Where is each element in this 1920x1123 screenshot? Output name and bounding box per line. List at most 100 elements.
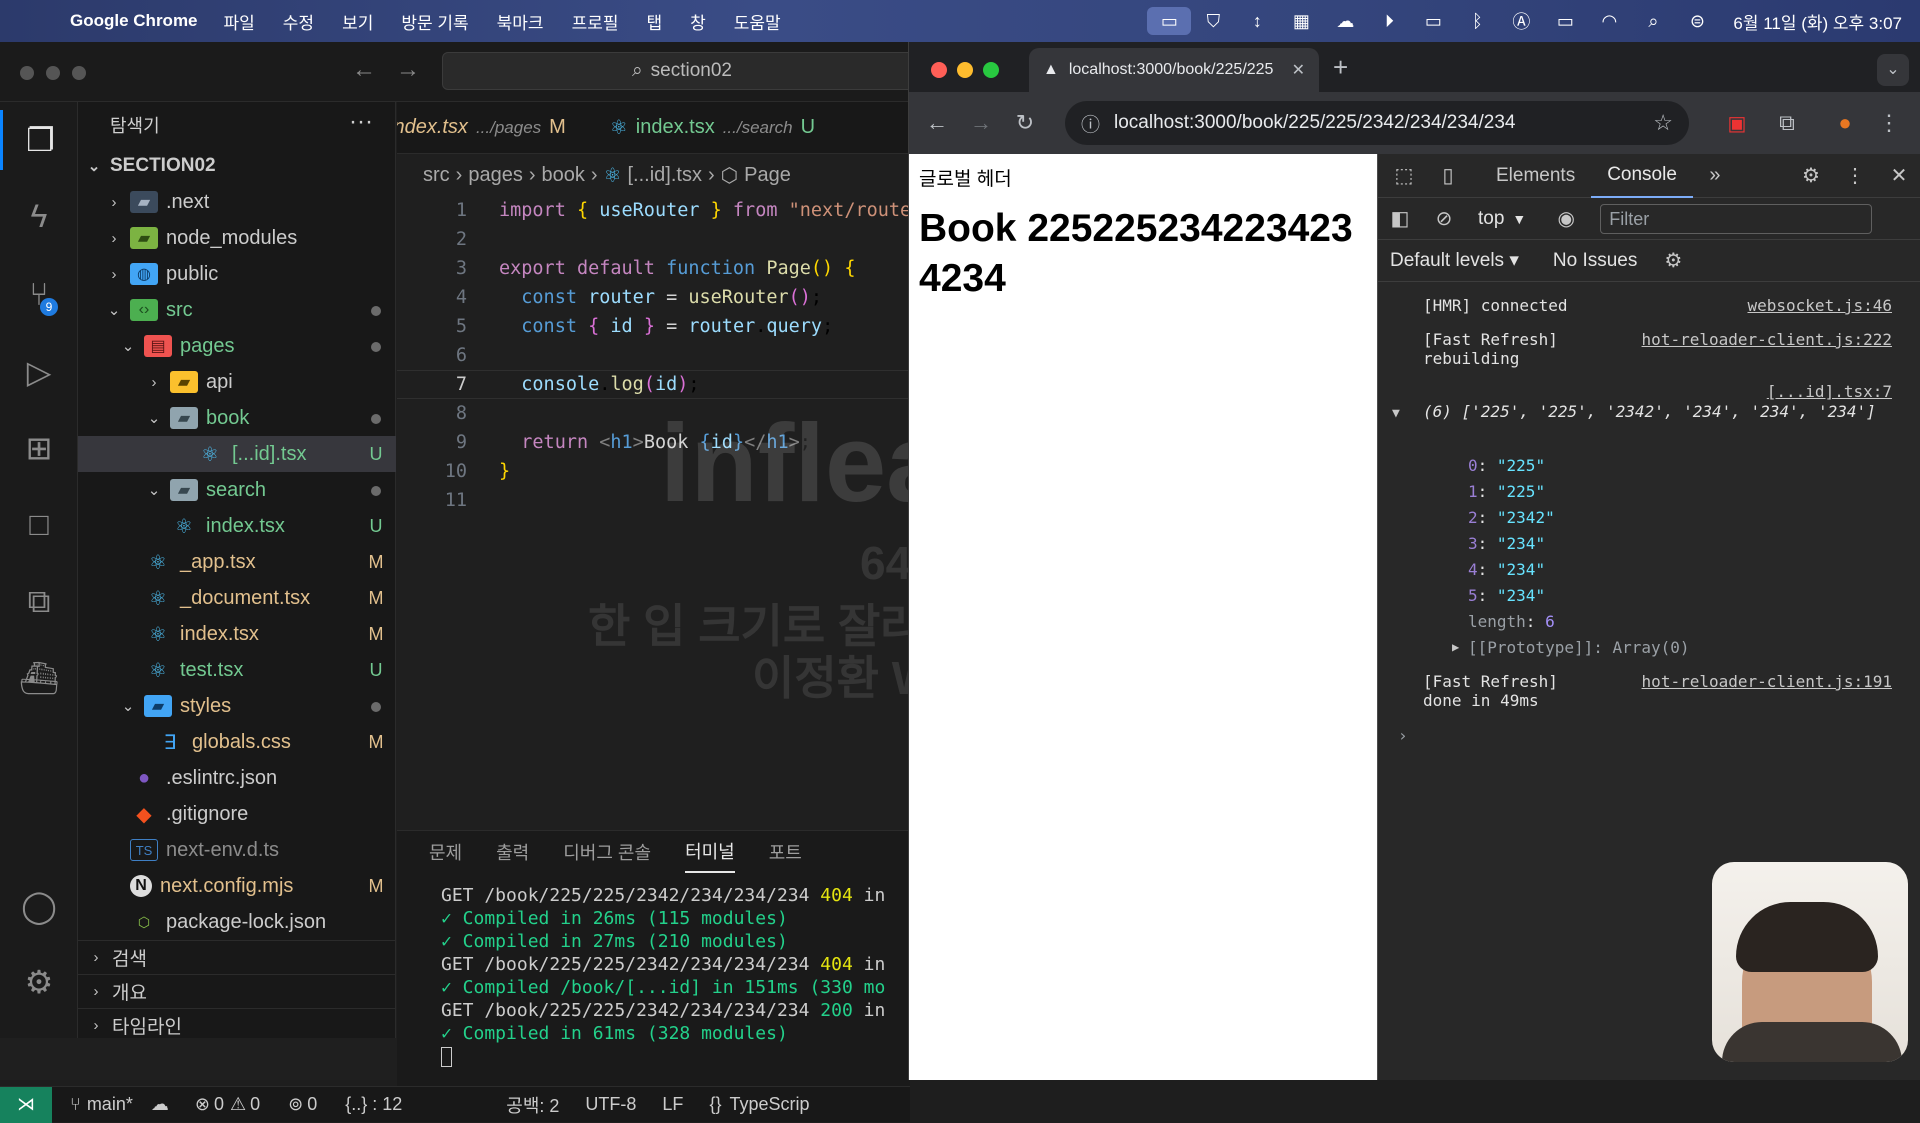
tab-search-index[interactable]: ⚛ index.tsx .../search U	[588, 102, 837, 154]
tree-item-id-tsx[interactable]: ⚛ [...id].tsx U	[78, 436, 396, 472]
tab-search-button[interactable]: ⌄	[1877, 54, 1909, 86]
ports-count[interactable]: 0	[307, 1094, 317, 1115]
control-center-icon[interactable]: ⊜	[1675, 11, 1719, 32]
spotlight-icon[interactable]: ⌕	[1631, 11, 1675, 32]
outline-search-section[interactable]: › 검색	[78, 940, 396, 974]
browser-tab[interactable]: ▲ localhost:3000/book/225/225 ✕	[1029, 48, 1319, 92]
docker-icon[interactable]: ⛴	[0, 648, 78, 708]
input-source-icon[interactable]: Ⓐ	[1499, 8, 1543, 34]
issues-counter[interactable]: No Issues	[1553, 250, 1637, 272]
display-icon[interactable]: ▭	[1411, 11, 1455, 32]
git-branch[interactable]: main*	[87, 1094, 133, 1115]
inspect-icon[interactable]: ⬚	[1382, 163, 1426, 188]
language-mode[interactable]: TypeScrip	[729, 1094, 809, 1115]
settings-gear-icon[interactable]: ⚙	[0, 952, 78, 1012]
tree-item-test[interactable]: ⚛ test.tsx U	[78, 652, 396, 688]
tree-item-document[interactable]: ⚛ _document.tsx M	[78, 580, 396, 616]
breadcrumb-item[interactable]: Page	[744, 164, 791, 187]
remote-explorer-icon[interactable]: □	[0, 494, 78, 554]
back-arrow-icon[interactable]: ←	[352, 56, 376, 84]
source-link[interactable]: hot-reloader-client.js:222	[1642, 330, 1892, 349]
tree-item-gitignore[interactable]: ◆ .gitignore	[78, 796, 396, 832]
account-icon[interactable]: ◯	[0, 876, 78, 936]
shield-icon[interactable]: ⛉	[1191, 11, 1235, 32]
remote-icon[interactable]: ⋊	[0, 1086, 52, 1123]
window-zoom-button[interactable]	[72, 66, 86, 80]
extensions-icon[interactable]: ⊞	[0, 418, 78, 478]
sidebar-toggle-icon[interactable]: ◧	[1378, 206, 1422, 231]
arrows-icon[interactable]: ↕	[1235, 11, 1279, 32]
window-minimize-button[interactable]	[957, 62, 973, 78]
menu-tab[interactable]: 탭	[647, 9, 663, 34]
encoding[interactable]: UTF-8	[585, 1094, 636, 1115]
battery-icon[interactable]: ▭	[1543, 11, 1587, 32]
menu-icon[interactable]: ⋮	[1833, 163, 1877, 188]
tree-item-book[interactable]: ⌄ ▰ book	[78, 400, 396, 436]
console-filter-input[interactable]: Filter	[1600, 203, 1873, 234]
sync-icon[interactable]: ☁	[151, 1094, 169, 1115]
bookmark-star-icon[interactable]: ☆	[1653, 110, 1673, 136]
source-link[interactable]: websocket.js:46	[1748, 296, 1893, 315]
forward-arrow-icon[interactable]: →	[396, 56, 420, 84]
line-ending[interactable]: LF	[662, 1094, 683, 1115]
tree-item-search-index[interactable]: ⚛ index.tsx U	[78, 508, 396, 544]
tab-output[interactable]: 출력	[496, 831, 529, 873]
menu-profile[interactable]: 프로필	[572, 9, 619, 34]
tab-console[interactable]: Console	[1591, 154, 1693, 198]
log-levels-dropdown[interactable]: Default levels ▾	[1390, 249, 1519, 272]
forward-arrow-icon[interactable]: →	[959, 110, 1003, 136]
tree-item-api[interactable]: › ▰ api	[78, 364, 396, 400]
menu-help[interactable]: 도움말	[734, 9, 781, 34]
menu-view[interactable]: 보기	[342, 9, 373, 34]
tree-item-node-modules[interactable]: › ▰ node_modules	[78, 220, 396, 256]
lightning-icon[interactable]: ϟ	[0, 186, 78, 246]
console-settings-icon[interactable]: ⚙	[1651, 248, 1695, 273]
tree-item-pages-index[interactable]: ⚛ index.tsx M	[78, 616, 396, 652]
screen-share-icon[interactable]: ▭	[1147, 7, 1192, 35]
new-tab-button[interactable]: +	[1333, 52, 1348, 83]
wifi-icon[interactable]: ◠	[1587, 11, 1631, 32]
tree-item-next[interactable]: › ▰ .next	[78, 184, 396, 220]
tree-item-search[interactable]: ⌄ ▰ search	[78, 472, 396, 508]
window-close-button[interactable]	[20, 66, 34, 80]
menu-icon[interactable]: ⋮	[1867, 110, 1911, 136]
cloud-icon[interactable]: ☁	[1323, 11, 1367, 32]
window-zoom-button[interactable]	[983, 62, 999, 78]
expand-triangle-icon[interactable]: ▼	[1392, 406, 1400, 421]
tab-terminal[interactable]: 터미널	[685, 831, 735, 873]
close-icon[interactable]: ✕	[1877, 163, 1920, 188]
tree-item-next-config[interactable]: N next.config.mjs M	[78, 868, 396, 904]
window-minimize-button[interactable]	[46, 66, 60, 80]
profile-avatar[interactable]: ●	[1823, 110, 1867, 136]
play-icon[interactable]: ⏵	[1367, 11, 1411, 32]
tree-item-src[interactable]: ⌄ ‹› src	[78, 292, 396, 328]
tree-item-eslintrc[interactable]: ● .eslintrc.json	[78, 760, 396, 796]
tab-problems[interactable]: 문제	[429, 831, 462, 873]
menu-edit[interactable]: 수정	[283, 9, 314, 34]
grid-icon[interactable]: ▦	[1279, 11, 1323, 32]
console-array-summary[interactable]: ▼ (6) ['225', '225', '2342', '234', '234…	[1378, 402, 1920, 446]
settings-gear-icon[interactable]: ⚙	[1789, 163, 1833, 188]
breadcrumb-item[interactable]: pages	[468, 164, 523, 187]
menu-window[interactable]: 창	[690, 9, 706, 34]
puzzle-icon[interactable]: ⧉	[1765, 110, 1809, 136]
command-center-search[interactable]: ⌕ section02	[442, 52, 922, 90]
tree-item-next-env[interactable]: TS next-env.d.ts	[78, 832, 396, 868]
context-selector[interactable]: top	[1478, 208, 1504, 230]
clear-console-icon[interactable]: ⊘	[1422, 206, 1466, 231]
tab-ports[interactable]: 포트	[769, 831, 802, 873]
tree-item-styles[interactable]: ⌄ ▰ styles	[78, 688, 396, 724]
menubar-app-name[interactable]: Google Chrome	[70, 11, 198, 31]
bluetooth-icon[interactable]: ᛒ	[1455, 11, 1499, 32]
selection-info[interactable]: {..} : 12	[345, 1094, 402, 1115]
source-link[interactable]: [...id].tsx:7	[1767, 382, 1892, 401]
device-toggle-icon[interactable]: ▯	[1426, 163, 1470, 188]
breadcrumb-item[interactable]: book	[542, 164, 585, 187]
tree-item-app[interactable]: ⚛ _app.tsx M	[78, 544, 396, 580]
source-control-icon[interactable]: ⑂ 9	[0, 264, 78, 324]
outline-section[interactable]: › 개요	[78, 974, 396, 1008]
menubar-clock[interactable]: 6월 11일 (화) 오후 3:07	[1733, 9, 1902, 34]
address-bar[interactable]: ⓘ localhost:3000/book/225/225/2342/234/2…	[1065, 101, 1689, 145]
extension-icon[interactable]: ▣	[1715, 111, 1759, 136]
tree-item-pages[interactable]: ⌄ ▤ pages	[78, 328, 396, 364]
